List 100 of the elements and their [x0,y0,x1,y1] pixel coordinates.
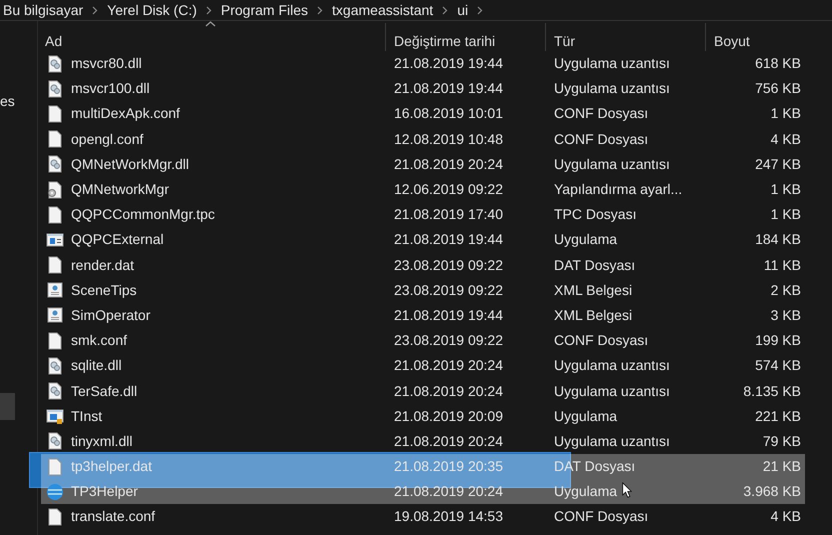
file-type: TPC Dosyası [554,205,636,224]
file-name[interactable]: msvcr100.dll [71,78,150,100]
file-size: 3 KB [770,306,801,325]
file-icon [46,458,64,476]
file-name[interactable]: QMNetworkMgr [71,179,170,200]
file-date: 21.08.2019 20:24 [394,382,503,401]
file-size: 184 KB [755,230,801,250]
file-type: Uygulama [554,482,618,502]
file-size: 4 KB [770,507,801,526]
file-size: 756 KB [755,79,801,98]
file-name[interactable]: SimOperator [71,304,150,326]
file-date: 12.06.2019 09:22 [394,180,503,200]
column-header[interactable]: Boyut [714,22,750,52]
file-size: 1 KB [770,180,801,200]
file-name[interactable]: multiDexApk.conf [71,103,180,124]
file-date: 21.08.2019 20:24 [394,432,503,451]
file-size: 21 KB [762,457,801,476]
file-type: CONF Dosyası [554,104,648,124]
file-size: 247 KB [755,154,801,174]
file-size: 221 KB [755,406,801,426]
chevron-icon[interactable] [92,6,98,14]
file-date: 23.08.2019 09:22 [394,280,503,300]
file-type: CONF Dosyası [554,331,648,350]
column-header[interactable]: Ad [45,22,62,52]
file-size: 574 KB [755,356,801,376]
file-date: 21.08.2019 20:35 [394,457,503,476]
gear-file-icon [46,54,64,73]
file-date: 21.08.2019 20:09 [394,406,503,426]
breadcrumb-item[interactable]: txgameassistant [332,0,434,20]
chevron-icon[interactable] [442,6,448,14]
file-name[interactable]: opengl.conf [71,128,144,150]
file-date: 21.08.2019 20:24 [394,154,503,174]
xml-file-icon [46,306,64,324]
file-name[interactable]: QQPCExternal [71,229,164,250]
file-size: 79 KB [762,432,801,451]
breadcrumb-item[interactable]: ui [457,0,468,20]
file-name[interactable]: translate.conf [71,506,156,528]
gear-file-icon [46,432,64,450]
file-size: 1 KB [770,205,801,224]
file-type: Uygulama uzantısı [554,154,670,174]
file-size: 1 KB [770,104,801,124]
file-name[interactable]: msvcr80.dll [71,53,142,74]
file-icon [46,130,64,148]
file-name[interactable]: TP3Helper [71,481,138,502]
breadcrumb-item[interactable]: Program Files [220,0,308,20]
file-name[interactable]: SceneTips [71,280,137,301]
chevron-icon[interactable] [206,6,212,14]
file-icon [46,206,64,224]
file-name[interactable]: TInst [71,406,102,427]
file-name[interactable]: tinyxml.dll [71,430,132,452]
file-type: CONF Dosyası [554,507,648,526]
file-date: 23.08.2019 09:22 [394,256,503,275]
breadcrumb-item[interactable]: Bu bilgisayar [3,0,84,20]
gear-file-icon [46,180,64,199]
chevron-icon[interactable] [477,6,484,14]
file-type: Uygulama uzantısı [554,54,670,74]
mouse-cursor-icon [622,482,632,498]
file-icon [46,104,64,123]
file-name[interactable]: render.dat [71,254,134,276]
file-type: Yapılandırma ayarl... [554,180,682,200]
file-type: Uygulama uzantısı [554,79,670,98]
file-size: 199 KB [755,331,801,350]
sidebar-item[interactable]: es [0,88,30,115]
selected-row[interactable]: TP3Helper 21.08.2019 20:24 Uygulama 3.968 KB [41,479,805,504]
file-date: 21.08.2019 19:44 [394,230,503,250]
file-size: 2 KB [770,280,801,300]
file-date: 21.08.2019 19:44 [394,79,503,98]
file-name[interactable]: QMNetWorkMgr.dll [71,154,189,175]
file-size: 4 KB [770,130,801,149]
breadcrumb-item[interactable]: Yerel Disk (C:) [107,0,197,20]
file-name[interactable]: TerSafe.dll [71,380,138,402]
file-type: Uygulama [554,406,618,426]
chevron-icon[interactable] [317,6,324,14]
column-header[interactable]: Tür [554,22,575,52]
file-type: Uygulama uzantısı [554,356,670,376]
file-name[interactable]: sqlite.dll [71,355,122,376]
file-date: 23.08.2019 09:22 [394,331,503,350]
gear-file-icon [46,80,64,98]
file-name[interactable]: smk.conf [71,330,128,352]
file-type: Uygulama [554,230,618,250]
file-name[interactable]: QQPCCommonMgr.tpc [71,204,215,226]
file-type: DAT Dosyası [554,256,636,275]
file-type: XML Belgesi [554,306,632,325]
file-size: 3.968 KB [743,482,801,502]
file-size: 11 KB [764,256,801,275]
file-date: 21.08.2019 17:40 [394,205,503,224]
column-header[interactable]: Değiştirme tarihi [394,22,496,52]
file-size: 618 KB [755,54,801,74]
file-type: XML Belgesi [554,280,632,300]
file-icon [46,508,64,526]
window-icon [46,407,64,426]
file-icon [46,332,64,350]
gear-file-icon [46,155,64,174]
file-date: 21.08.2019 20:24 [394,482,503,502]
file-date: 19.08.2019 14:53 [394,507,503,526]
file-date: 21.08.2019 20:24 [394,356,503,376]
file-type: Uygulama uzantısı [554,432,670,451]
file-date: 16.08.2019 10:01 [394,104,503,124]
file-icon [46,256,64,274]
file-date: 21.08.2019 19:44 [394,306,503,325]
